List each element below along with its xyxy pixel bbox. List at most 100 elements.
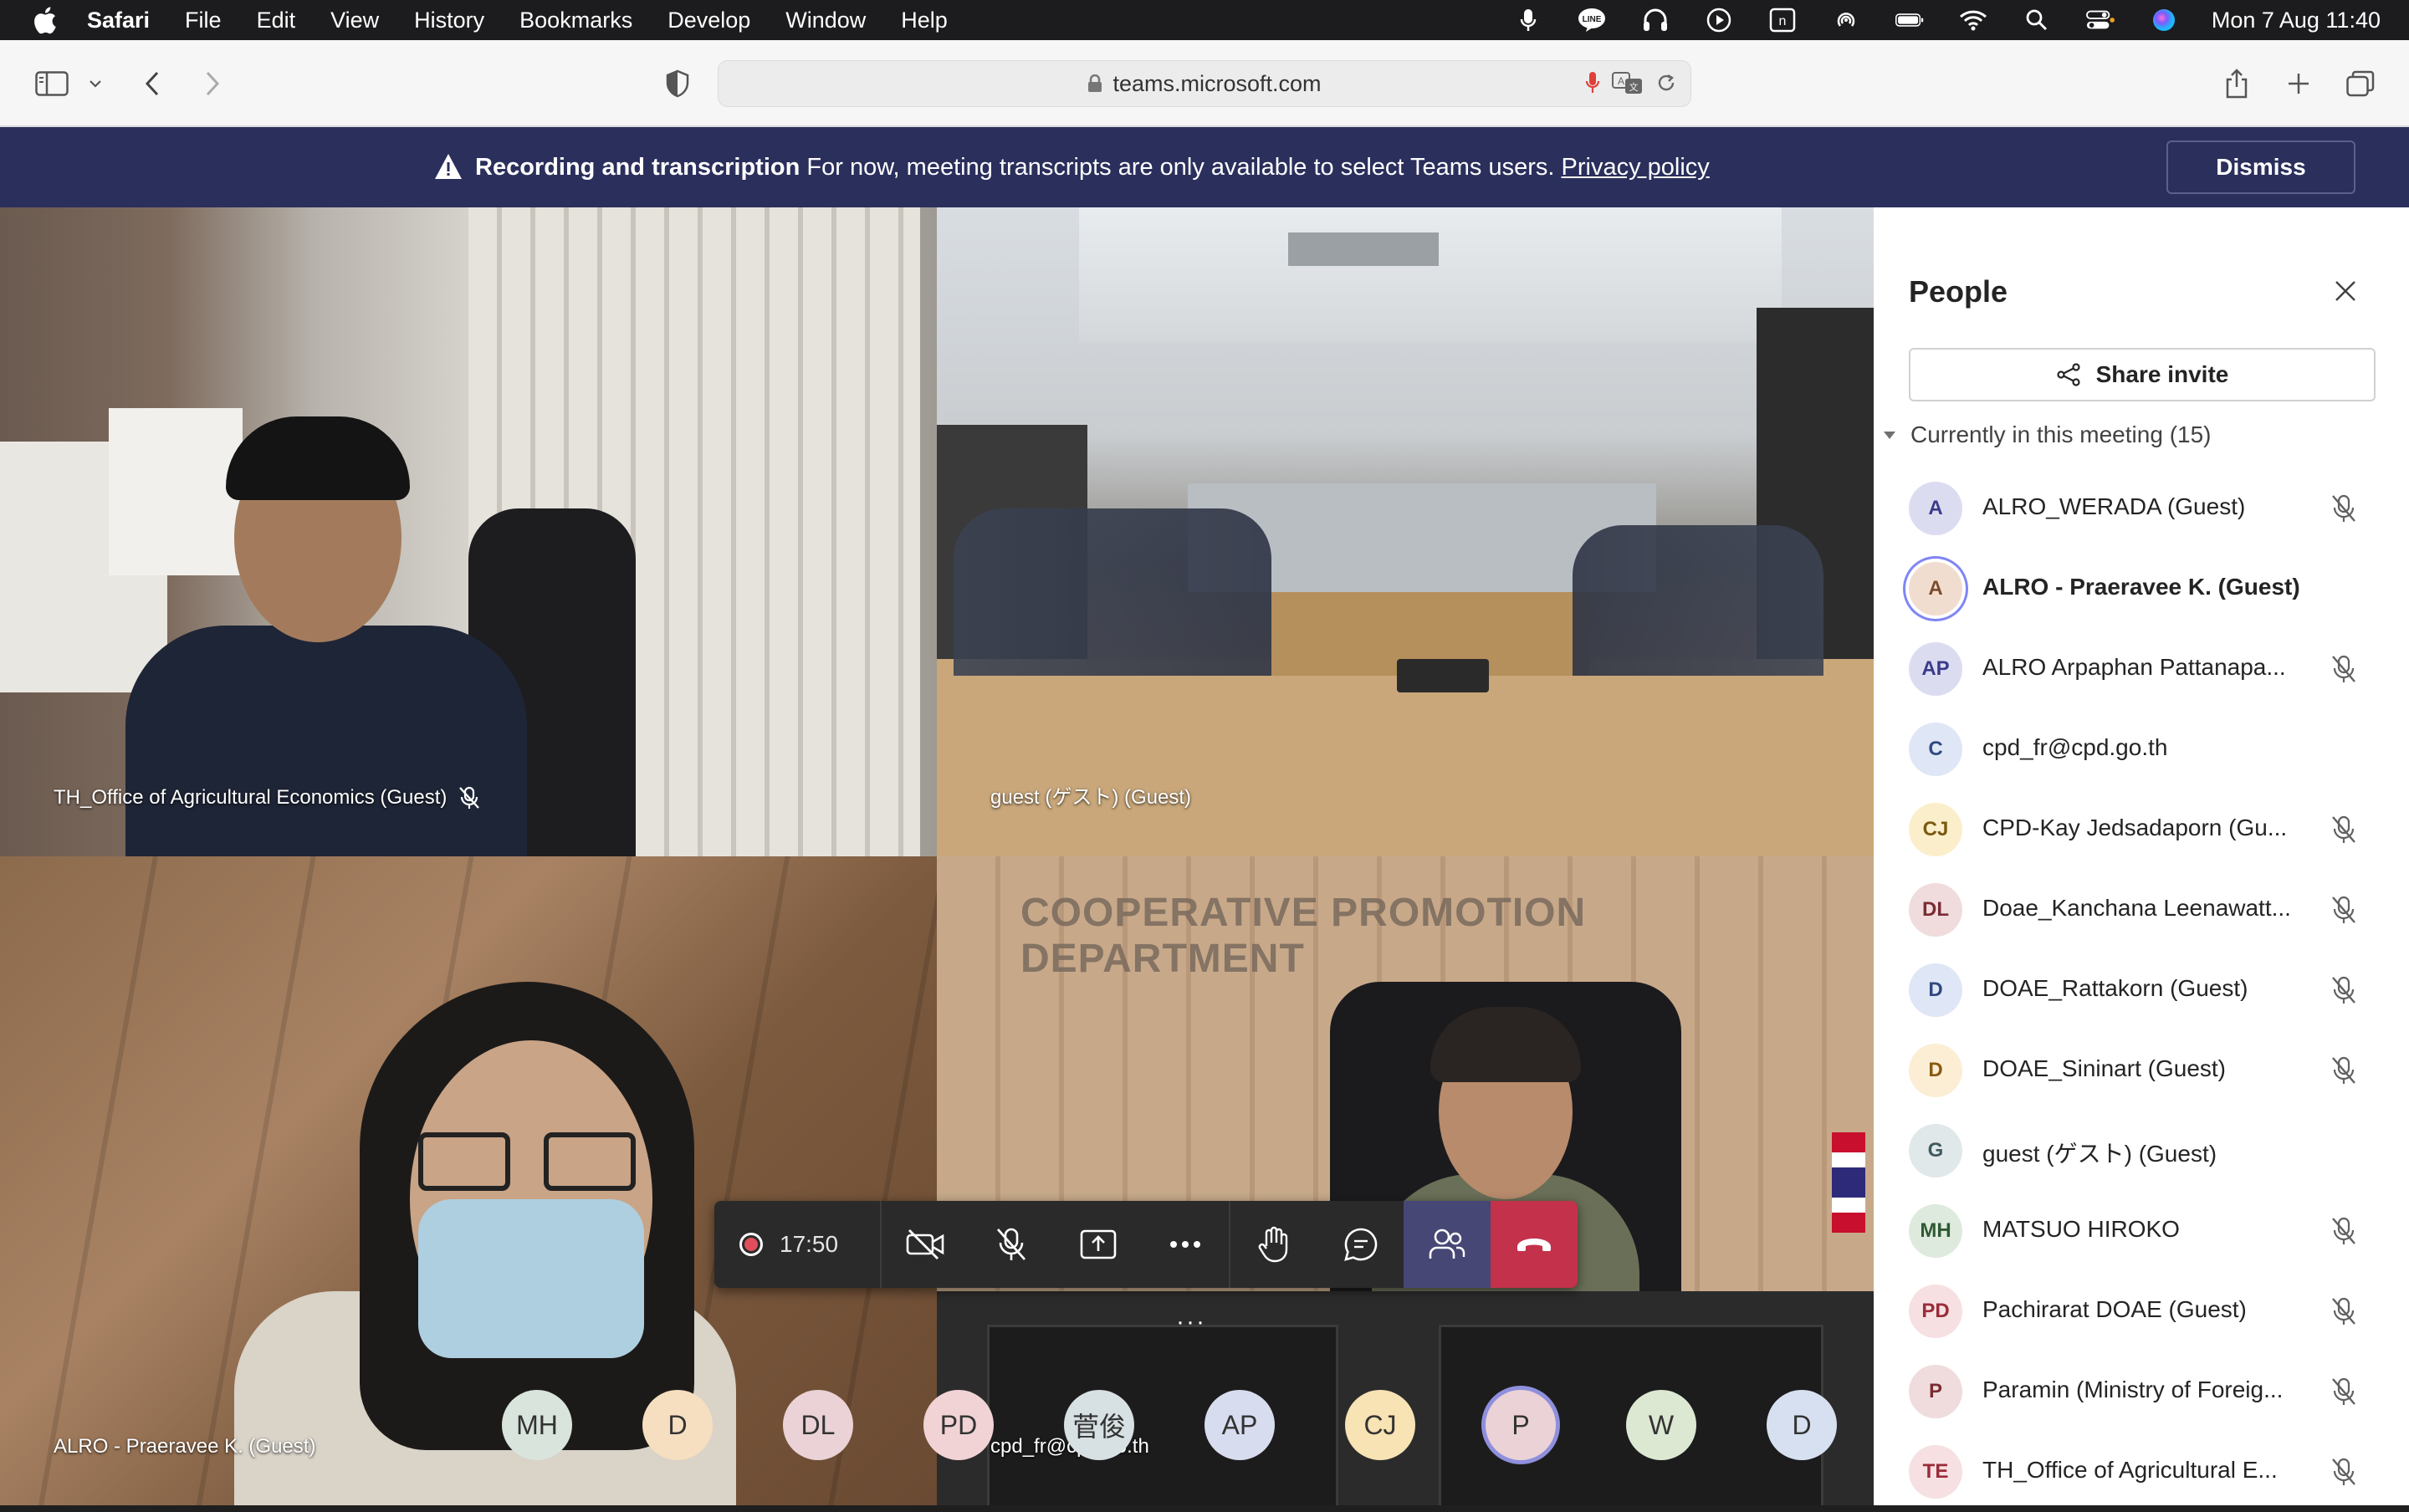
microphone-status-icon[interactable] xyxy=(1514,8,1542,33)
strip-avatar[interactable]: 菅俊 xyxy=(1064,1390,1134,1460)
menubar-clock[interactable]: Mon 7 Aug 11:40 xyxy=(2212,8,2381,33)
address-bar[interactable]: teams.microsoft.com A文 xyxy=(718,60,1691,107)
raise-hand-button[interactable] xyxy=(1230,1201,1317,1288)
chevron-down-icon[interactable] xyxy=(77,65,114,102)
participant-avatar: CJ xyxy=(1909,803,1962,856)
call-controls-bar: 17:50 xyxy=(714,1201,1578,1288)
participant-list: A ALRO_WERADA (Guest) A ALRO - Praeravee K.… xyxy=(1874,468,2409,1512)
people-button[interactable] xyxy=(1404,1201,1491,1288)
siri-icon[interactable] xyxy=(2150,8,2178,33)
participant-row[interactable]: AP ALRO Arpaphan Pattanapa... xyxy=(1874,629,2409,709)
wifi-icon[interactable] xyxy=(1959,8,1987,33)
battery-icon[interactable] xyxy=(1895,8,1924,33)
menu-window[interactable]: Window xyxy=(785,8,866,33)
close-icon[interactable] xyxy=(2334,279,2357,303)
banner-title: Recording and transcription xyxy=(475,154,800,181)
strip-avatar-active-speaker[interactable]: P xyxy=(1486,1390,1556,1460)
participant-name: TH_Office of Agricultural E... xyxy=(1982,1457,2278,1483)
share-screen-icon xyxy=(1080,1229,1117,1259)
back-icon[interactable] xyxy=(134,65,171,102)
video-tile-guest-meeting-room[interactable]: guest (ゲスト) (Guest) xyxy=(937,207,1874,856)
strip-avatar[interactable]: MH xyxy=(502,1390,572,1460)
participant-row[interactable]: D DOAE_Rattakorn (Guest) xyxy=(1874,950,2409,1030)
menu-app-safari[interactable]: Safari xyxy=(87,8,150,33)
participant-row[interactable]: PD Pachirarat DOAE (Guest) xyxy=(1874,1271,2409,1351)
tab-overview-icon[interactable] xyxy=(2342,65,2379,102)
participant-row[interactable]: A ALRO_WERADA (Guest) xyxy=(1874,468,2409,549)
participant-row[interactable]: A ALRO - Praeravee K. (Guest) xyxy=(1874,549,2409,629)
menu-file[interactable]: File xyxy=(185,8,222,33)
translate-icon[interactable]: A文 xyxy=(1612,71,1644,94)
meeting-section-header[interactable]: Currently in this meeting (15) xyxy=(1884,421,2211,448)
recording-timer: 17:50 xyxy=(714,1201,882,1288)
participant-count: (15) xyxy=(2169,421,2212,447)
tile-name-label: TH_Office of Agricultural Economics (Gue… xyxy=(54,786,480,810)
control-center-icon[interactable] xyxy=(2085,8,2115,33)
line-app-icon[interactable]: LINE xyxy=(1578,8,1606,33)
participant-row[interactable]: Ccpd_fr@cpd.go.th xyxy=(1874,709,2409,789)
apple-icon[interactable] xyxy=(32,6,57,34)
menu-edit[interactable]: Edit xyxy=(257,8,296,33)
video-stage: TH_Office of Agricultural Economics (Gue… xyxy=(0,207,1874,1505)
participant-name: DOAE_Rattakorn (Guest) xyxy=(1982,975,2248,1001)
leave-call-button[interactable] xyxy=(1491,1201,1578,1288)
strip-avatar[interactable]: AP xyxy=(1204,1390,1275,1460)
participant-row[interactable]: Gguest (ゲスト) (Guest) xyxy=(1874,1111,2409,1191)
strip-avatar[interactable]: D xyxy=(642,1390,713,1460)
tile-name-label: guest (ゲスト) (Guest) xyxy=(990,780,1191,810)
notion-icon[interactable]: n xyxy=(1768,8,1797,33)
mic-off-icon xyxy=(2332,1377,2355,1405)
airdrop-icon[interactable] xyxy=(1832,8,1860,33)
reload-icon[interactable] xyxy=(1655,72,1677,94)
svg-text:n: n xyxy=(1778,14,1786,28)
participant-avatar: TE xyxy=(1909,1445,1962,1499)
menu-view[interactable]: View xyxy=(330,8,379,33)
mic-off-icon xyxy=(997,1228,1026,1260)
participant-row[interactable]: D DOAE_Sininart (Guest) xyxy=(1874,1030,2409,1111)
privacy-shield-icon[interactable] xyxy=(659,65,696,102)
dismiss-button[interactable]: Dismiss xyxy=(2166,140,2355,194)
headphones-icon[interactable] xyxy=(1641,8,1670,33)
share-screen-button[interactable] xyxy=(1055,1201,1142,1288)
more-actions-button[interactable] xyxy=(1142,1201,1229,1288)
tile-more-options-button[interactable]: ··· xyxy=(1176,1308,1206,1336)
strip-avatar[interactable]: W xyxy=(1626,1390,1696,1460)
mic-toggle-button[interactable] xyxy=(968,1201,1055,1288)
participant-row[interactable]: MH MATSUO HIROKO xyxy=(1874,1191,2409,1271)
recording-banner: Recording and transcription For now, mee… xyxy=(0,127,2409,207)
participant-row[interactable]: TE TH_Office of Agricultural E... xyxy=(1874,1432,2409,1512)
participant-mute-status xyxy=(2330,1055,2357,1090)
share-icon[interactable] xyxy=(2218,65,2255,102)
sidebar-toggle-icon[interactable] xyxy=(33,65,70,102)
participant-name: MATSUO HIROKO xyxy=(1982,1216,2180,1242)
menu-develop[interactable]: Develop xyxy=(667,8,750,33)
participant-mute-status xyxy=(2330,975,2357,1009)
participant-row[interactable]: DL Doae_Kanchana Leenawatt... xyxy=(1874,870,2409,950)
play-icon[interactable] xyxy=(1705,8,1733,33)
participant-avatar: AP xyxy=(1909,642,1962,696)
menu-bookmarks[interactable]: Bookmarks xyxy=(519,8,632,33)
participant-avatar-strip: MH D DL PD 菅俊 AP CJ P W D xyxy=(502,1390,1907,1460)
strip-avatar[interactable]: CJ xyxy=(1345,1390,1415,1460)
privacy-policy-link[interactable]: Privacy policy xyxy=(1562,154,1710,181)
video-tile-office-agricultural-economics[interactable]: TH_Office of Agricultural Economics (Gue… xyxy=(0,207,937,856)
share-invite-button[interactable]: Share invite xyxy=(1909,348,2376,401)
participant-row[interactable]: CJ CPD-Kay Jedsadaporn (Gu... xyxy=(1874,789,2409,870)
camera-toggle-button[interactable] xyxy=(882,1201,969,1288)
strip-avatar[interactable]: DL xyxy=(783,1390,853,1460)
browser-toolbar: teams.microsoft.com A文 xyxy=(0,40,2409,127)
strip-avatar[interactable]: D xyxy=(1767,1390,1837,1460)
forward-icon[interactable] xyxy=(194,65,231,102)
people-icon xyxy=(1430,1228,1465,1259)
chat-button[interactable] xyxy=(1317,1201,1404,1288)
participant-mute-status xyxy=(2330,815,2357,849)
new-tab-icon[interactable] xyxy=(2280,65,2317,102)
participant-avatar: DL xyxy=(1909,883,1962,937)
menu-history[interactable]: History xyxy=(414,8,484,33)
spotlight-search-icon[interactable] xyxy=(2023,8,2051,33)
menu-help[interactable]: Help xyxy=(901,8,948,33)
participant-row[interactable]: P Paramin (Ministry of Foreig... xyxy=(1874,1351,2409,1432)
strip-avatar[interactable]: PD xyxy=(923,1390,994,1460)
microphone-recording-icon[interactable] xyxy=(1585,71,1600,94)
participant-avatar: C xyxy=(1909,723,1962,776)
